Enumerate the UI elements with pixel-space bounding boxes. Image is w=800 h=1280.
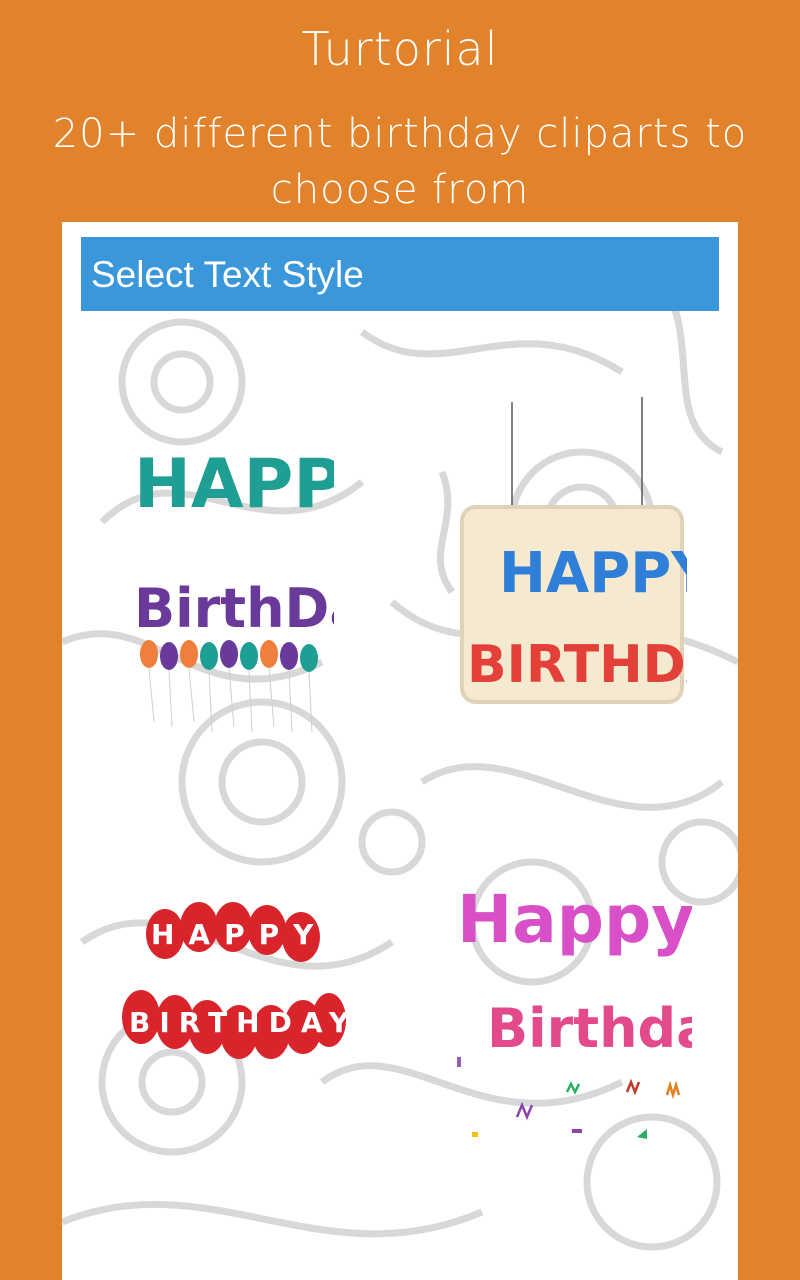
clipart-4-line2: Birthday bbox=[487, 997, 692, 1060]
clipart-option-4[interactable]: Happy Birthday bbox=[447, 847, 692, 1147]
clipart-picker-panel: Select Text Style HAPPY BirthDay bbox=[62, 222, 738, 1280]
page-title: Turtorial bbox=[301, 22, 499, 76]
confetti-icon bbox=[457, 1057, 681, 1139]
balloons-icon bbox=[140, 640, 318, 733]
clipart-3-line2: BIRTHDAY bbox=[129, 1006, 347, 1039]
clipart-1-line1: HAPPY bbox=[134, 445, 334, 524]
clipart-2-line2: BIRTHDAY bbox=[467, 635, 687, 695]
dialog-header: Select Text Style bbox=[81, 237, 719, 311]
page-subtitle: 20+ different birthday cliparts to choos… bbox=[52, 111, 748, 213]
clipart-1-line2: BirthDay bbox=[134, 577, 334, 640]
clipart-4-line1: Happy bbox=[457, 881, 692, 958]
clipart-option-1[interactable]: HAPPY BirthDay bbox=[124, 382, 334, 752]
hanging-strings-icon bbox=[511, 397, 643, 507]
dialog-title: Select Text Style bbox=[91, 254, 364, 295]
clipart-option-3[interactable]: HAPPY BIRTHDAY bbox=[117, 882, 347, 1112]
clipart-2-line1: HAPPY bbox=[499, 541, 687, 606]
clipart-3-line1: HAPPY bbox=[151, 918, 327, 951]
clipart-option-2[interactable]: HAPPY BIRTHDAY bbox=[457, 397, 687, 717]
